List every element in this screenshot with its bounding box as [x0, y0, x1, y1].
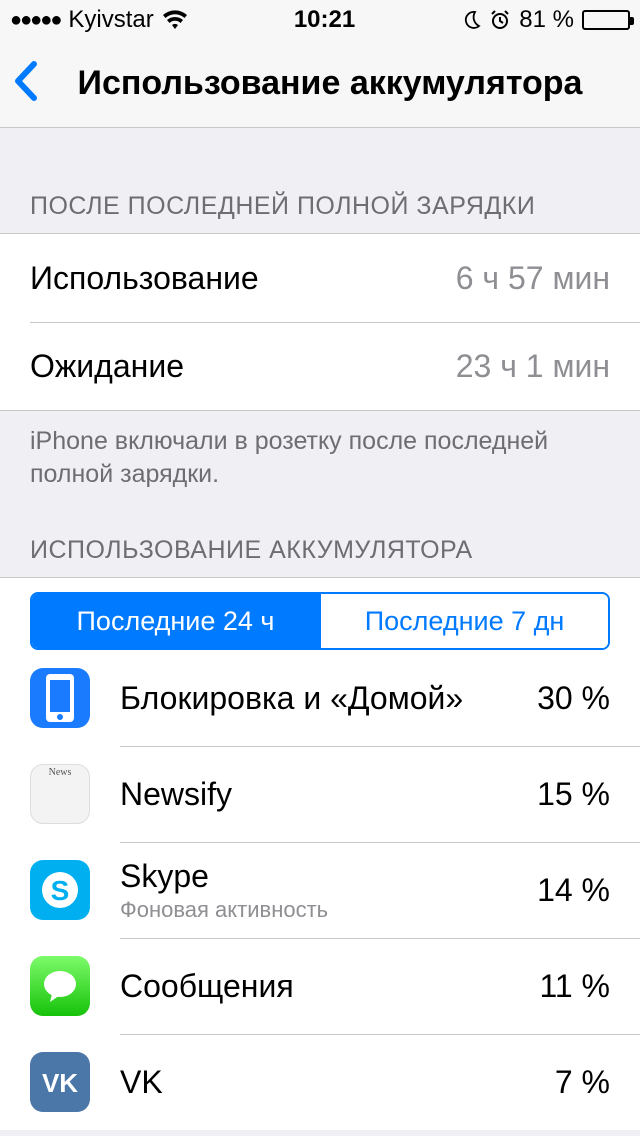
standby-label: Ожидание: [30, 348, 184, 385]
segment-last-7d[interactable]: Последние 7 дн: [319, 594, 608, 648]
skype-icon: S: [30, 860, 90, 920]
app-row-skype[interactable]: S Skype Фоновая активность 14 %: [0, 842, 640, 938]
usage-row[interactable]: Использование 6 ч 57 мин: [0, 234, 640, 322]
usage-value: 6 ч 57 мин: [456, 260, 610, 297]
app-subtitle: Фоновая активность: [120, 897, 525, 923]
nav-bar: Использование аккумулятора: [0, 40, 640, 128]
app-name: Блокировка и «Домой»: [120, 680, 525, 717]
app-percent: 30 %: [525, 680, 610, 717]
svg-text:S: S: [51, 875, 70, 906]
app-row-lock-home[interactable]: Блокировка и «Домой» 30 %: [0, 650, 640, 746]
wifi-icon: [162, 10, 188, 30]
app-percent: 15 %: [525, 776, 610, 813]
segment-last-24h[interactable]: Последние 24 ч: [32, 594, 319, 648]
carrier-label: Kyivstar: [68, 6, 153, 34]
lock-home-icon: [30, 668, 90, 728]
standby-value: 23 ч 1 мин: [456, 348, 610, 385]
app-name: Newsify: [120, 776, 525, 813]
charge-note: iPhone включали в розетку после последне…: [0, 411, 640, 500]
app-row-newsify[interactable]: News Newsify 15 %: [0, 746, 640, 842]
status-right: 81 %: [461, 6, 630, 34]
app-percent: 11 %: [527, 968, 610, 1005]
status-time: 10:21: [294, 6, 355, 34]
status-bar: ●●●●● Kyivstar 10:21 81 %: [0, 0, 640, 40]
segmented-wrap: Последние 24 ч Последние 7 дн: [0, 577, 640, 650]
app-percent: 14 %: [525, 872, 610, 909]
app-percent: 7 %: [543, 1064, 610, 1101]
app-name: VK: [120, 1064, 543, 1101]
alarm-icon: [489, 9, 511, 31]
newsify-icon: News: [30, 764, 90, 824]
page-title: Использование аккумулятора: [32, 64, 628, 103]
vk-icon: VK: [30, 1052, 90, 1112]
app-name: Сообщения: [120, 968, 527, 1005]
battery-icon: [582, 10, 630, 30]
usage-label: Использование: [30, 260, 259, 297]
standby-row[interactable]: Ожидание 23 ч 1 мин: [30, 322, 640, 410]
app-name: Skype: [120, 858, 525, 895]
battery-percent-label: 81 %: [519, 6, 574, 34]
app-row-vk[interactable]: VK VK 7 %: [0, 1034, 640, 1130]
dnd-moon-icon: [461, 10, 481, 30]
app-usage-list: Блокировка и «Домой» 30 % News Newsify 1…: [0, 650, 640, 1130]
section-header-since-charge: ПОСЛЕ ПОСЛЕДНЕЙ ПОЛНОЙ ЗАРЯДКИ: [0, 128, 640, 233]
usage-list: Использование 6 ч 57 мин Ожидание 23 ч 1…: [0, 233, 640, 411]
status-left: ●●●●● Kyivstar: [10, 6, 188, 34]
messages-icon: [30, 956, 90, 1016]
section-header-battery-usage: ИСПОЛЬЗОВАНИЕ АККУМУЛЯТОРА: [0, 500, 640, 577]
signal-dots-icon: ●●●●●: [10, 9, 60, 32]
app-row-messages[interactable]: Сообщения 11 %: [0, 938, 640, 1034]
svg-text:VK: VK: [42, 1068, 78, 1098]
time-range-segmented: Последние 24 ч Последние 7 дн: [30, 592, 610, 650]
